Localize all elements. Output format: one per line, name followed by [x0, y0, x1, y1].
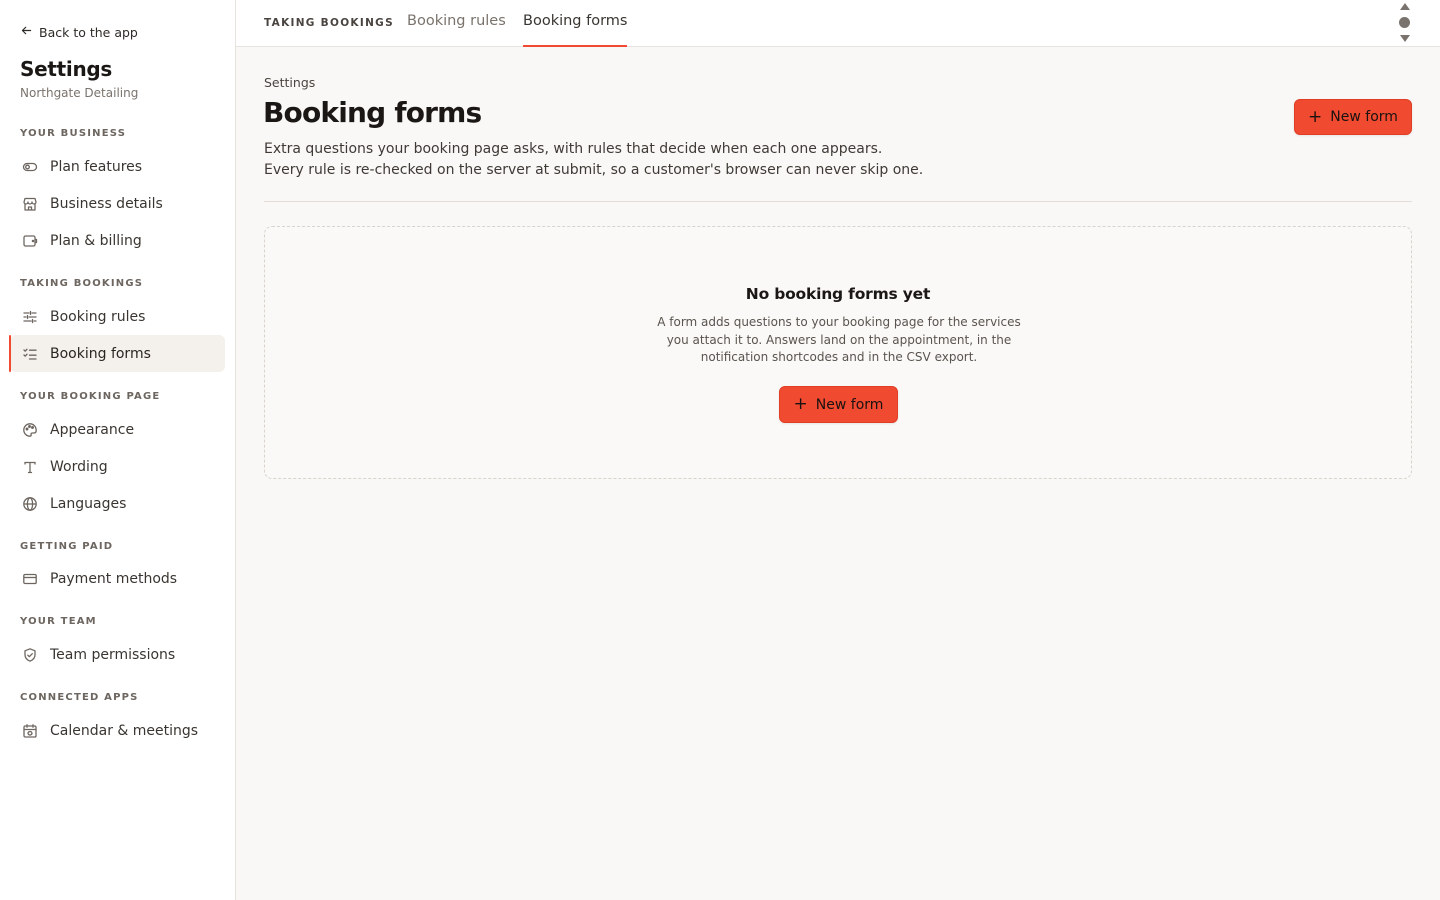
- arrow-left-icon: [20, 24, 33, 40]
- sidebar-item-label: Wording: [50, 458, 108, 475]
- sidebar-item-booking-forms[interactable]: Booking forms: [9, 335, 225, 372]
- shield-check-icon: [21, 646, 39, 664]
- empty-state-card: No booking forms yet A form adds questio…: [264, 226, 1412, 479]
- plus-icon: +: [793, 394, 808, 414]
- scroll-up-icon[interactable]: [1400, 3, 1410, 10]
- empty-state-title: No booking forms yet: [745, 285, 931, 303]
- breadcrumb[interactable]: Settings: [264, 75, 315, 90]
- section-connected-apps: CONNECTED APPS: [20, 692, 139, 703]
- back-to-app-label: Back to the app: [39, 24, 138, 40]
- new-form-button[interactable]: + New form: [1294, 99, 1412, 135]
- sidebar-item-label: Appearance: [50, 421, 135, 438]
- page-title: Booking forms: [263, 96, 482, 129]
- sidebar-item-booking-rules[interactable]: Booking rules: [10, 298, 225, 335]
- sidebar-item-plan-billing[interactable]: Plan & billing: [10, 222, 225, 259]
- section-tabs-bar: TAKING BOOKINGS Booking rules Booking fo…: [236, 0, 1440, 47]
- section-taking-bookings: TAKING BOOKINGS: [20, 278, 144, 289]
- page-description: Extra questions your booking page asks, …: [264, 141, 924, 178]
- sidebar-item-languages[interactable]: Languages: [10, 485, 225, 522]
- tabs-section-label: TAKING BOOKINGS: [264, 17, 394, 29]
- settings-sidebar: Back to the app Settings Northgate Detai…: [0, 0, 236, 900]
- sliders-icon: [21, 308, 39, 326]
- section-your-booking-page: YOUR BOOKING PAGE: [20, 391, 161, 402]
- empty-state-description: A form adds questions to your booking pa…: [657, 315, 1021, 364]
- sidebar-item-label: Plan & billing: [50, 232, 142, 249]
- sidebar-item-label: Plan features: [50, 158, 143, 175]
- sidebar-item-label: Team permissions: [50, 646, 176, 663]
- sidebar-item-label: Payment methods: [50, 570, 178, 587]
- new-form-label: New form: [815, 396, 884, 413]
- sidebar-item-label: Booking forms: [50, 345, 151, 362]
- sidebar-item-calendar-meetings[interactable]: Calendar & meetings: [10, 712, 225, 749]
- sidebar-item-appearance[interactable]: Appearance: [10, 411, 225, 448]
- checklist-icon: [21, 345, 39, 363]
- globe-icon: [21, 495, 39, 513]
- section-your-team: YOUR TEAM: [20, 616, 97, 627]
- calendar-sync-icon: [21, 722, 39, 740]
- section-getting-paid: GETTING PAID: [20, 541, 114, 552]
- sidebar-item-payment-methods[interactable]: Payment methods: [10, 560, 225, 597]
- credit-card-icon: [21, 570, 39, 588]
- sidebar-item-plan-features[interactable]: Plan features: [10, 148, 225, 185]
- sidebar-item-label: Business details: [50, 195, 163, 212]
- toggle-icon: [21, 158, 39, 176]
- sidebar-item-wording[interactable]: Wording: [10, 448, 225, 485]
- sidebar-item-label: Calendar & meetings: [50, 722, 199, 739]
- type-icon: [21, 458, 39, 476]
- tab-booking-rules[interactable]: Booking rules: [407, 13, 506, 47]
- section-your-business: YOUR BUSINESS: [20, 128, 127, 139]
- storefront-icon: [21, 195, 39, 213]
- empty-state-new-form-button[interactable]: + New form: [779, 386, 898, 423]
- plus-icon: +: [1308, 106, 1323, 127]
- sidebar-item-team-permissions[interactable]: Team permissions: [10, 636, 225, 673]
- new-form-label: New form: [1330, 109, 1398, 125]
- tab-booking-forms[interactable]: Booking forms: [523, 13, 628, 47]
- scroll-thumb[interactable]: [1399, 17, 1410, 28]
- sidebar-title: Settings: [20, 57, 113, 81]
- scrollbar[interactable]: [1398, 3, 1412, 45]
- header-divider: [264, 201, 1412, 202]
- wallet-icon: [21, 232, 39, 250]
- sidebar-item-label: Booking rules: [50, 308, 146, 325]
- business-name: Northgate Detailing: [20, 86, 139, 100]
- sidebar-item-label: Languages: [50, 495, 127, 512]
- back-to-app-link[interactable]: Back to the app: [20, 24, 138, 40]
- scroll-down-icon[interactable]: [1400, 35, 1410, 42]
- palette-icon: [21, 421, 39, 439]
- sidebar-item-business-details[interactable]: Business details: [10, 185, 225, 222]
